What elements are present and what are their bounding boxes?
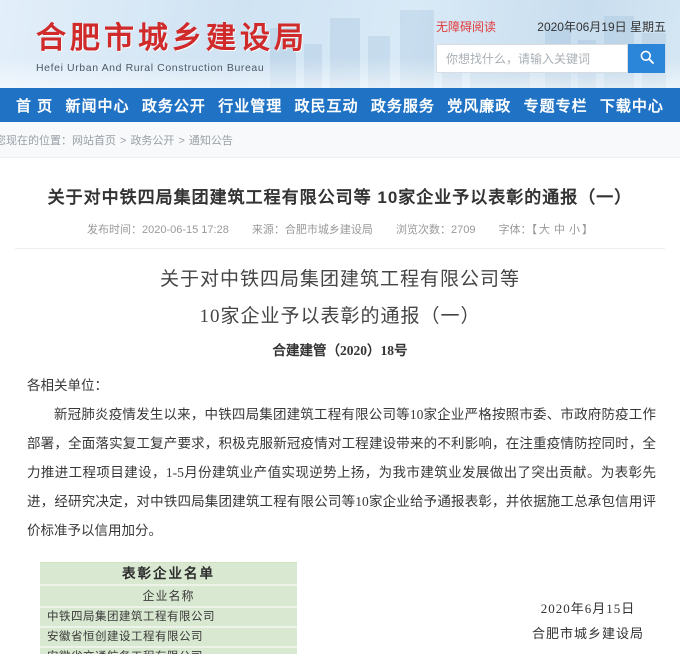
nav-item-interaction[interactable]: 政民互动 — [295, 95, 359, 116]
article-source: 来源：合肥市城乡建设局 — [252, 224, 373, 236]
search-bar — [436, 44, 666, 73]
breadcrumb-separator: > — [178, 135, 184, 147]
breadcrumb-separator: > — [120, 135, 126, 147]
breadcrumb: 您现在的位置：网站首页 > 政务公开 > 通知公告 — [0, 132, 233, 148]
document-heading: 关于对中铁四局集团建筑工程有限公司等 10家企业予以表彰的通报（一） 合建建管（… — [0, 264, 680, 359]
nav-item-home[interactable]: 首 页 — [16, 95, 53, 116]
font-size-small-button[interactable]: 小 — [569, 224, 580, 236]
salutation: 各相关单位： — [27, 371, 656, 400]
search-button[interactable] — [628, 44, 665, 73]
signature-date: 2020年6月15日 — [532, 596, 644, 621]
font-size-large-button[interactable]: 大 — [539, 224, 550, 236]
site-logo[interactable]: 合肥市城乡建设局 Hefei Urban And Rural Construct… — [36, 13, 308, 74]
font-size-control: 字体：【大中小】 — [499, 224, 594, 236]
meta-divider — [15, 248, 665, 249]
header-date: 2020年06月19日 星期五 — [537, 18, 666, 35]
award-table: 表彰企业名单 企业名称 中铁四局集团建筑工程有限公司 安徽省恒创建设工程有限公司… — [40, 562, 297, 654]
signature-org: 合肥市城乡建设局 — [532, 621, 644, 646]
search-icon — [639, 49, 655, 68]
document-heading-line2: 10家企业予以表彰的通报（一） — [0, 301, 680, 328]
document-number: 合建建管（2020）18号 — [0, 339, 680, 359]
page: 合肥市城乡建设局 Hefei Urban And Rural Construct… — [0, 0, 680, 654]
breadcrumb-strip: 您现在的位置：网站首页 > 政务公开 > 通知公告 — [0, 122, 680, 158]
document-heading-line1: 关于对中铁四局集团建筑工程有限公司等 — [0, 264, 680, 291]
nav-item-downloads[interactable]: 下载中心 — [600, 95, 664, 116]
article-meta: 发布时间：2020-06-15 17:28 来源：合肥市城乡建设局 浏览次数：2… — [0, 221, 680, 237]
table-row: 中铁四局集团建筑工程有限公司 — [40, 606, 297, 626]
breadcrumb-label: 您现在的位置： — [0, 135, 72, 147]
table-row: 安徽省恒创建设工程有限公司 — [40, 626, 297, 646]
nav-item-industry[interactable]: 行业管理 — [218, 95, 282, 116]
font-size-label: 字体：【 — [499, 224, 538, 236]
breadcrumb-notices[interactable]: 通知公告 — [189, 135, 233, 147]
accessibility-link[interactable]: 无障碍阅读 — [436, 18, 496, 35]
publish-time: 发布时间：2020-06-15 17:28 — [87, 224, 229, 236]
nav-item-news[interactable]: 新闻中心 — [66, 95, 130, 116]
article-panel: 关于对中铁四局集团建筑工程有限公司等 10家企业予以表彰的通报（一） 发布时间：… — [0, 158, 680, 654]
search-input[interactable] — [436, 44, 628, 73]
breadcrumb-gov-affairs[interactable]: 政务公开 — [130, 135, 174, 147]
table-row: 安徽省交通航务工程有限公司 — [40, 646, 297, 654]
body-paragraph: 新冠肺炎疫情发生以来，中铁四局集团建筑工程有限公司等10家企业严格按照市委、市政… — [27, 400, 656, 545]
document-body: 各相关单位： 新冠肺炎疫情发生以来，中铁四局集团建筑工程有限公司等10家企业严格… — [27, 371, 656, 545]
signature-block: 2020年6月15日 合肥市城乡建设局 — [532, 596, 644, 646]
nav-item-topics[interactable]: 专题专栏 — [524, 95, 588, 116]
award-table-column-header: 企业名称 — [40, 584, 297, 606]
header-right: 无障碍阅读 2020年06月19日 星期五 — [436, 18, 666, 73]
font-size-label-close: 】 — [582, 224, 593, 236]
site-logo-subtitle: Hefei Urban And Rural Construction Burea… — [36, 62, 308, 74]
nav-item-party[interactable]: 党风廉政 — [447, 95, 511, 116]
site-logo-title: 合肥市城乡建设局 — [36, 13, 308, 57]
breadcrumb-home[interactable]: 网站首页 — [72, 135, 116, 147]
main-nav: 首 页 新闻中心 政务公开 行业管理 政民互动 政务服务 党风廉政 专题专栏 下… — [0, 88, 680, 122]
font-size-medium-button[interactable]: 中 — [554, 224, 565, 236]
view-count: 浏览次数：2709 — [396, 224, 475, 236]
nav-item-gov-affairs[interactable]: 政务公开 — [142, 95, 206, 116]
nav-item-services[interactable]: 政务服务 — [371, 95, 435, 116]
award-table-title: 表彰企业名单 — [40, 563, 297, 584]
site-header: 合肥市城乡建设局 Hefei Urban And Rural Construct… — [0, 0, 680, 88]
page-title: 关于对中铁四局集团建筑工程有限公司等 10家企业予以表彰的通报（一） — [0, 158, 680, 208]
